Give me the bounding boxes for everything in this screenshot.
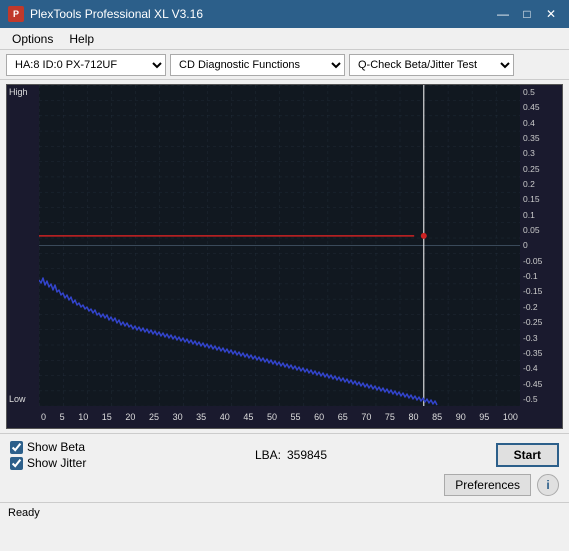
show-jitter-checkbox[interactable]: [10, 457, 23, 470]
maximize-button[interactable]: □: [517, 5, 537, 23]
preferences-button[interactable]: Preferences: [444, 474, 531, 496]
function-select[interactable]: CD Diagnostic Functions: [170, 54, 345, 76]
minimize-button[interactable]: —: [493, 5, 513, 23]
device-select[interactable]: HA:8 ID:0 PX-712UF: [6, 54, 166, 76]
menu-bar: Options Help: [0, 28, 569, 50]
title-bar-left: P PlexTools Professional XL V3.16: [8, 6, 203, 22]
menu-help[interactable]: Help: [61, 30, 102, 48]
y-axis-right: 0.5 0.45 0.4 0.35 0.3 0.25 0.2 0.15 0.1 …: [520, 85, 562, 406]
status-bar: Ready: [0, 502, 569, 522]
toolbar: HA:8 ID:0 PX-712UF CD Diagnostic Functio…: [0, 50, 569, 80]
chart-svg: [39, 85, 520, 406]
menu-options[interactable]: Options: [4, 30, 61, 48]
bottom-panel: Show Beta Show Jitter LBA: 359845 Start …: [0, 433, 569, 502]
chart-plot: [39, 85, 520, 406]
show-beta-checkbox[interactable]: [10, 441, 23, 454]
title-bar: P PlexTools Professional XL V3.16 — □ ✕: [0, 0, 569, 28]
x-axis: 0 5 10 15 20 25 30 35 40 45 50 55 60 65 …: [39, 406, 520, 428]
bottom-row1: Show Beta Show Jitter LBA: 359845 Start: [10, 440, 559, 470]
lba-value: 359845: [287, 448, 327, 462]
y-label-low: Low: [9, 394, 26, 404]
window-controls: — □ ✕: [493, 5, 561, 23]
chart-container: High Low: [6, 84, 563, 429]
start-button[interactable]: Start: [496, 443, 559, 467]
close-button[interactable]: ✕: [541, 5, 561, 23]
window-title: PlexTools Professional XL V3.16: [30, 7, 203, 21]
app-icon: P: [8, 6, 24, 22]
show-jitter-label[interactable]: Show Jitter: [10, 456, 86, 470]
test-select[interactable]: Q-Check Beta/Jitter Test: [349, 54, 514, 76]
y-label-high: High: [9, 87, 28, 97]
bottom-row2: Preferences i: [10, 474, 559, 496]
status-text: Ready: [8, 507, 40, 519]
show-beta-label[interactable]: Show Beta: [10, 440, 86, 454]
info-button[interactable]: i: [537, 474, 559, 496]
bottom-buttons: Start: [496, 443, 559, 467]
lba-section: LBA: 359845: [255, 448, 327, 462]
lba-label: LBA:: [255, 448, 281, 462]
